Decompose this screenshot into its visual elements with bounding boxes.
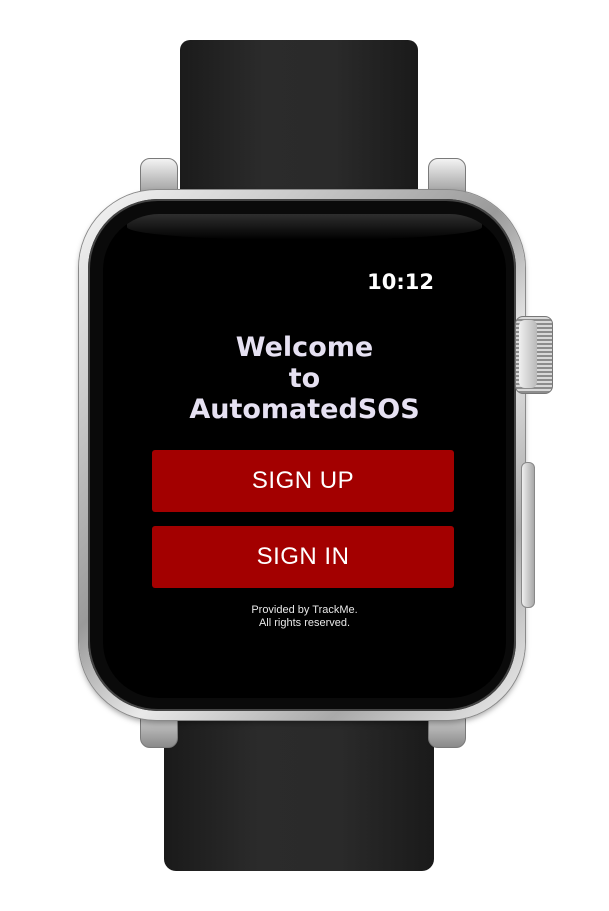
welcome-line-2: to bbox=[288, 363, 321, 394]
watch-band-top bbox=[180, 40, 418, 215]
watch-mockup: 10:12 Welcome to AutomatedSOS SIGN UP SI… bbox=[0, 0, 609, 911]
digital-crown[interactable] bbox=[515, 316, 553, 394]
sign-in-button[interactable]: SIGN IN bbox=[152, 526, 454, 588]
watch-screen: 10:12 Welcome to AutomatedSOS SIGN UP SI… bbox=[103, 214, 506, 698]
side-button[interactable] bbox=[521, 462, 535, 608]
sign-up-button[interactable]: SIGN UP bbox=[152, 450, 454, 512]
screen-glare bbox=[127, 214, 482, 240]
footer-line-1: Provided by TrackMe. bbox=[251, 604, 358, 616]
welcome-line-3: AutomatedSOS bbox=[189, 394, 420, 425]
watch-band-bottom bbox=[164, 705, 434, 871]
status-time: 10:12 bbox=[367, 270, 434, 294]
welcome-heading: Welcome to AutomatedSOS bbox=[103, 332, 506, 425]
footer-line-2: All rights reserved. bbox=[258, 617, 351, 629]
welcome-line-1: Welcome bbox=[235, 332, 374, 363]
crown-cap bbox=[519, 320, 537, 388]
footer-credits: Provided by TrackMe. All rights reserved… bbox=[103, 604, 506, 630]
